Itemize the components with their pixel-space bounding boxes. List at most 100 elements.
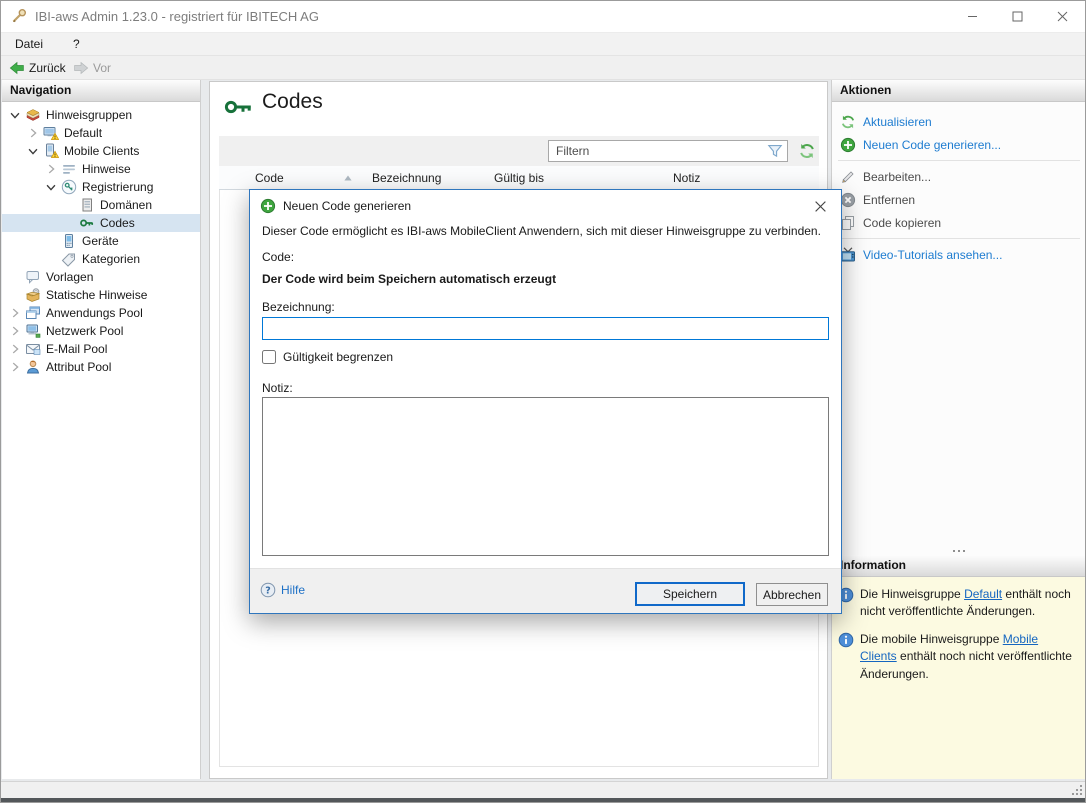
expander-placeholder [8,287,22,303]
pencil-icon [840,169,856,185]
bezeichnung-label: Bezeichnung: [262,300,335,314]
navigation-panel: Navigation Hinweisgruppen Default Mobile C… [2,80,201,779]
notiz-textarea[interactable] [262,397,829,556]
chevron-right-icon[interactable] [44,161,58,177]
action-label: Code kopieren [863,216,941,230]
action-aktualisieren[interactable]: Aktualisieren [832,110,1086,133]
help-link[interactable]: ? Hilfe [260,582,305,598]
panel-splitter-handle[interactable] [832,546,1086,555]
nav-item-label: Default [62,126,102,140]
forward-button[interactable]: Vor [69,56,115,79]
action-neuen-code-generieren[interactable]: Neuen Code generieren... [832,133,1086,156]
column-header-gueltig-bis[interactable]: Gültig bis [490,166,669,189]
chevron-right-icon[interactable] [8,323,22,339]
navigation-header: Navigation [2,80,200,102]
nav-item-anwendungs-pool[interactable]: Anwendungs Pool [2,304,200,322]
action-code-kopieren[interactable]: Code kopieren [832,211,1086,234]
gueltigkeit-checkbox[interactable] [262,350,276,364]
nav-item-label: Attribut Pool [44,360,111,374]
close-button[interactable] [1040,1,1085,32]
info-prefix: Die mobile Hinweisgruppe [860,632,1003,646]
filter-input[interactable] [549,144,766,158]
expander-placeholder [62,197,76,213]
nav-item-label: Codes [98,216,135,230]
column-header-code[interactable]: Code [251,166,368,189]
gueltigkeit-row: Gültigkeit begrenzen [262,348,393,365]
action-bearbeiten[interactable]: Bearbeiten... [832,165,1086,188]
chevron-down-icon[interactable] [8,107,22,123]
nav-item-kategorien[interactable]: Kategorien [2,250,200,268]
chevron-down-icon[interactable] [26,143,40,159]
user-icon [25,359,41,375]
info-prefix: Die Hinweisgruppe [860,587,964,601]
column-header-notiz[interactable]: Notiz [669,166,819,189]
nav-item-label: Domänen [98,198,152,212]
refresh-icon[interactable] [798,142,816,160]
nav-item-label: Netzwerk Pool [44,324,123,338]
tag-icon [61,251,77,267]
resize-grip[interactable] [1070,783,1083,796]
nav-item-registrierung[interactable]: Registrierung [2,178,200,196]
filter-icon [766,142,784,160]
actions-separator [838,238,1080,239]
minimize-button[interactable] [950,1,995,32]
column-header-selector[interactable] [219,166,251,189]
menu-datei[interactable]: Datei [9,33,49,56]
key-icon [79,215,95,231]
navigation-tree: Hinweisgruppen Default Mobile Clients Hinwe… [2,102,200,376]
expander-placeholder [62,215,76,231]
code-value: Der Code wird beim Speichern automatisch… [262,272,556,286]
nav-item-netzwerk-pool[interactable]: Netzwerk Pool [2,322,200,340]
page-title: Codes [262,90,323,114]
chevron-right-icon[interactable] [8,341,22,357]
chevron-right-icon[interactable] [26,125,40,141]
bezeichnung-input[interactable] [262,317,829,340]
save-button[interactable]: Speichern [635,582,745,606]
chevron-down-icon[interactable] [44,179,58,195]
nav-item-label: Anwendungs Pool [44,306,143,320]
info-link[interactable]: Default [964,587,1002,601]
action-video-tutorials[interactable]: Video-Tutorials ansehen... [832,243,1086,266]
actions-separator [838,160,1080,161]
nav-item-domaenen[interactable]: Domänen [2,196,200,214]
info-text: Die mobile Hinweisgruppe Mobile Clients … [860,631,1074,683]
remove-icon [840,192,856,208]
nav-item-label: Hinweise [80,162,131,176]
box-icon [25,287,41,303]
action-entfernen[interactable]: Entfernen [832,188,1086,211]
nav-item-email-pool[interactable]: E-Mail Pool [2,340,200,358]
info-icon [838,632,854,648]
nav-item-mobile-clients[interactable]: Mobile Clients [2,142,200,160]
refresh-icon [840,114,856,130]
gueltigkeit-label: Gültigkeit begrenzen [283,350,393,364]
nav-item-hinweise[interactable]: Hinweise [2,160,200,178]
nav-item-vorlagen[interactable]: Vorlagen [2,268,200,286]
menu-help[interactable]: ? [67,33,86,56]
back-button[interactable]: Zurück [5,56,70,79]
menubar: Datei ? [1,32,1085,55]
action-label: Video-Tutorials ansehen... [863,248,1002,262]
chevron-right-icon[interactable] [8,305,22,321]
template-icon [25,269,41,285]
chevron-right-icon[interactable] [8,359,22,375]
nav-item-codes[interactable]: Codes [2,214,200,232]
window-title: IBI-aws Admin 1.23.0 - registriert für I… [35,1,319,32]
nav-item-label: Mobile Clients [62,144,139,158]
nav-item-hinweisgruppen[interactable]: Hinweisgruppen [2,106,200,124]
expander-placeholder [44,233,58,249]
cancel-button[interactable]: Abbrechen [756,583,828,606]
column-header-bezeichnung[interactable]: Bezeichnung [368,166,490,189]
navigation-toolbar: Zurück Vor [1,55,1085,80]
maximize-button[interactable] [995,1,1040,32]
action-label: Aktualisieren [863,115,932,129]
dialog-close-icon[interactable] [807,195,833,217]
information-panel: Die Hinweisgruppe Default enthält noch n… [832,577,1086,779]
nav-item-default[interactable]: Default [2,124,200,142]
column-label: Notiz [673,171,700,185]
help-icon: ? [260,582,276,598]
nav-item-geraete[interactable]: Geräte [2,232,200,250]
expander-placeholder [8,269,22,285]
nav-item-attribut-pool[interactable]: Attribut Pool [2,358,200,376]
nav-item-label: Registrierung [80,180,153,194]
nav-item-statische-hinweise[interactable]: Statische Hinweise [2,286,200,304]
